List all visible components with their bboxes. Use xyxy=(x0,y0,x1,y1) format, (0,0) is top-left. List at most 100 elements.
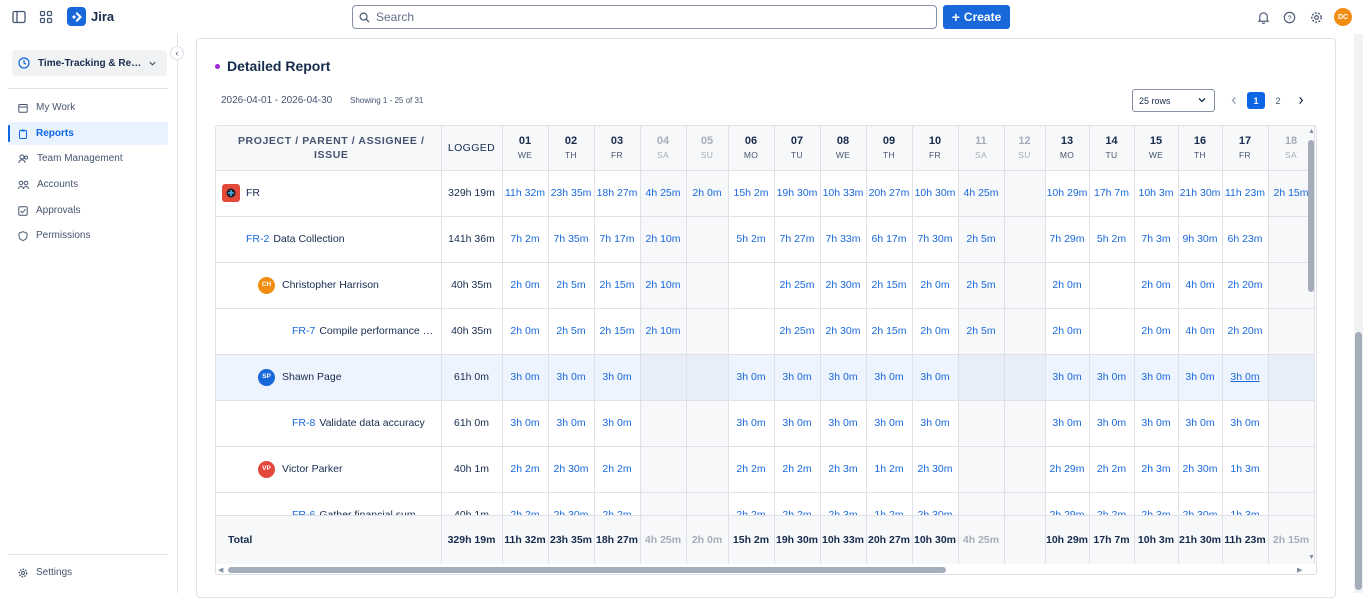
time-cell[interactable]: 2h 10m xyxy=(640,262,687,309)
issue-name-cell[interactable]: FR-8 Validate data accuracy xyxy=(216,400,442,447)
time-cell[interactable]: 2h 30m xyxy=(820,308,867,355)
time-value[interactable]: 3h 0m xyxy=(1141,371,1170,383)
time-cell[interactable]: 11h 23m xyxy=(1222,170,1269,217)
collapse-sidebar-button[interactable]: ‹ xyxy=(170,46,184,60)
time-value[interactable]: 1h 2m xyxy=(874,463,903,475)
time-cell[interactable]: 3h 0m xyxy=(1178,354,1223,401)
time-value[interactable]: 3h 0m xyxy=(556,417,585,429)
settings-gear-icon[interactable] xyxy=(1308,9,1324,25)
time-value[interactable]: 5h 2m xyxy=(1097,233,1126,245)
time-cell[interactable]: 2h 2m xyxy=(774,446,821,493)
time-cell[interactable]: 7h 33m xyxy=(820,216,867,263)
time-value[interactable]: 18h 27m xyxy=(597,187,638,199)
time-value[interactable]: 10h 30m xyxy=(915,187,956,199)
issue-key-link[interactable]: FR-2 xyxy=(246,232,269,246)
time-value[interactable]: 2h 0m xyxy=(510,279,539,291)
time-value[interactable]: 2h 3m xyxy=(1141,463,1170,475)
time-cell[interactable]: 3h 0m xyxy=(1178,400,1223,447)
time-value[interactable]: 7h 30m xyxy=(917,233,952,245)
time-cell[interactable]: 9h 30m xyxy=(1178,216,1223,263)
time-cell[interactable]: 23h 35m xyxy=(548,170,595,217)
sidebar-toggle-icon[interactable] xyxy=(11,9,27,25)
time-cell[interactable]: 3h 0m xyxy=(594,400,641,447)
time-value[interactable]: 1h 3m xyxy=(1230,463,1259,475)
time-cell[interactable]: 3h 0m xyxy=(1089,400,1135,447)
time-value[interactable]: 2h 5m xyxy=(966,325,995,337)
time-value[interactable]: 2h 30m xyxy=(1182,463,1217,475)
sidebar-item-team-management[interactable]: Team Management xyxy=(8,147,168,170)
time-value[interactable]: 7h 2m xyxy=(510,233,539,245)
time-value[interactable]: 2h 2m xyxy=(1097,463,1126,475)
time-cell[interactable]: 2h 5m xyxy=(548,308,595,355)
time-value[interactable]: 3h 0m xyxy=(602,417,631,429)
jira-logo-icon[interactable] xyxy=(67,7,86,26)
time-value[interactable]: 3h 0m xyxy=(1185,417,1214,429)
time-value[interactable]: 2h 0m xyxy=(510,325,539,337)
sidebar-item-approvals[interactable]: Approvals xyxy=(8,199,168,222)
time-cell[interactable]: 3h 0m xyxy=(728,400,775,447)
time-cell[interactable]: 3h 0m xyxy=(1045,400,1090,447)
time-cell[interactable]: 2h 5m xyxy=(958,262,1005,309)
time-value[interactable]: 2h 30m xyxy=(917,463,952,475)
time-value[interactable]: 4h 25m xyxy=(645,187,680,199)
time-cell[interactable]: 1h 2m xyxy=(866,446,913,493)
time-value[interactable]: 2h 2m xyxy=(782,463,811,475)
create-button[interactable]: + Create xyxy=(943,5,1010,29)
time-value[interactable]: 7h 3m xyxy=(1141,233,1170,245)
time-cell[interactable]: 3h 0m xyxy=(912,354,959,401)
table-horizontal-scrollbar[interactable]: ◀ ▶ xyxy=(216,564,1316,574)
time-cell[interactable]: 2h 15m xyxy=(866,308,913,355)
time-cell[interactable]: 18h 27m xyxy=(594,170,641,217)
time-cell[interactable]: 4h 25m xyxy=(640,170,687,217)
time-cell[interactable]: 2h 5m xyxy=(958,216,1005,263)
time-cell[interactable]: 5h 2m xyxy=(728,216,775,263)
time-cell[interactable]: 1h 3m xyxy=(1222,446,1269,493)
time-value[interactable]: 7h 35m xyxy=(553,233,588,245)
time-value[interactable]: 2h 10m xyxy=(645,233,680,245)
time-value[interactable]: 3h 0m xyxy=(510,371,539,383)
time-cell[interactable]: 3h 0m xyxy=(866,400,913,447)
sidebar-item-my-work[interactable]: My Work xyxy=(8,96,168,119)
time-cell[interactable]: 10h 3m xyxy=(1134,170,1179,217)
next-page-button[interactable] xyxy=(1294,92,1308,109)
time-cell[interactable]: 2h 10m xyxy=(640,216,687,263)
time-value[interactable]: 2h 30m xyxy=(825,279,860,291)
time-value[interactable]: 7h 33m xyxy=(825,233,860,245)
space-selector[interactable]: Time-Tracking & Reports xyxy=(12,50,167,76)
time-value[interactable]: 21h 30m xyxy=(1180,187,1221,199)
time-value[interactable]: 2h 0m xyxy=(692,187,721,199)
time-value[interactable]: 4h 0m xyxy=(1185,325,1214,337)
time-cell[interactable]: 2h 0m xyxy=(912,262,959,309)
time-cell[interactable]: 2h 5m xyxy=(958,308,1005,355)
time-cell[interactable]: 3h 0m xyxy=(548,354,595,401)
time-value[interactable]: 2h 2m xyxy=(736,463,765,475)
issue-key-link[interactable]: FR-8 xyxy=(292,416,315,430)
time-cell[interactable]: 2h 0m xyxy=(686,170,729,217)
user-avatar[interactable]: DC xyxy=(1334,8,1352,26)
time-cell[interactable]: 6h 23m xyxy=(1222,216,1269,263)
time-cell[interactable]: 7h 29m xyxy=(1045,216,1090,263)
time-value[interactable]: 2h 5m xyxy=(556,279,585,291)
time-cell[interactable]: 2h 30m xyxy=(548,446,595,493)
time-cell[interactable]: 2h 25m xyxy=(774,262,821,309)
time-cell[interactable]: 5h 2m xyxy=(1089,216,1135,263)
time-cell[interactable]: 10h 33m xyxy=(820,170,867,217)
time-cell[interactable]: 4h 0m xyxy=(1178,308,1223,355)
time-cell[interactable]: 2h 0m xyxy=(1045,308,1090,355)
time-value[interactable]: 7h 29m xyxy=(1049,233,1084,245)
time-cell[interactable]: 2h 30m xyxy=(1178,446,1223,493)
time-value[interactable]: 3h 0m xyxy=(736,371,765,383)
time-cell[interactable]: 3h 0m xyxy=(502,400,549,447)
time-cell[interactable]: 3h 0m xyxy=(502,354,549,401)
time-cell[interactable]: 3h 0m xyxy=(774,354,821,401)
table-vertical-scrollbar[interactable] xyxy=(1308,140,1314,292)
time-value[interactable]: 3h 0m xyxy=(1185,371,1214,383)
time-value[interactable]: 2h 30m xyxy=(825,325,860,337)
time-value[interactable]: 3h 0m xyxy=(1097,371,1126,383)
time-value[interactable]: 3h 0m xyxy=(1052,371,1081,383)
help-icon[interactable]: ? xyxy=(1281,9,1297,25)
date-range[interactable]: 2026-04-01 - 2026-04-30 xyxy=(221,95,332,106)
time-cell[interactable]: 2h 3m xyxy=(820,446,867,493)
time-value[interactable]: 2h 10m xyxy=(645,279,680,291)
time-value[interactable]: 2h 20m xyxy=(1227,325,1262,337)
